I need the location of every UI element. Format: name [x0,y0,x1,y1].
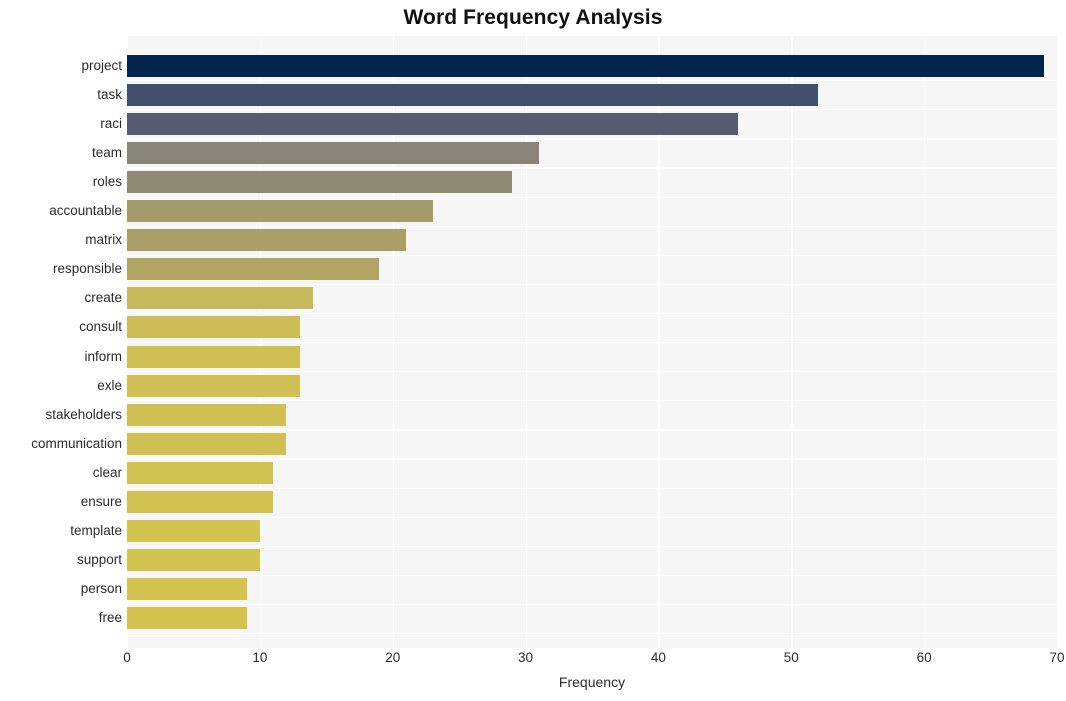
y-axis-tick-label: raci [100,115,122,131]
y-axis-tick-label: ensure [80,494,122,510]
y-axis-tick-label: support [76,552,122,568]
y-axis-category-labels: project task raci team roles accountable matri… [0,36,122,648]
bar [127,170,513,193]
bar [127,578,247,601]
bar [127,520,260,543]
y-axis-tick-label: communication [31,435,122,451]
bar [127,432,287,455]
bar [127,200,433,223]
chart-title: Word Frequency Analysis [403,6,663,29]
y-axis-tick-label: consult [79,319,122,335]
y-axis-tick-label: task [97,86,122,102]
plot-area [127,36,1059,648]
bar [127,403,287,426]
y-axis-tick-label: stakeholders [45,406,122,422]
bar [127,141,539,164]
bar [127,287,313,310]
y-axis-tick-label: roles [92,173,122,189]
y-axis-tick-label: matrix [85,232,122,248]
bar [127,374,300,397]
y-axis-tick-label: free [98,610,122,626]
bar [127,316,300,339]
bar [127,258,380,281]
x-axis-tick-label: 40 [650,650,666,665]
y-axis-tick-label: inform [84,348,122,364]
y-axis-tick-label: create [84,290,122,306]
x-axis-tick-label: 10 [252,650,268,665]
x-axis-tick-label: 60 [916,650,932,665]
y-axis-tick-label: exle [97,377,122,393]
x-axis-tick-label: 50 [783,650,799,665]
bar [127,229,406,252]
y-axis-tick-label: clear [92,464,122,480]
bar [127,549,260,572]
bar [127,54,1044,77]
word-frequency-chart: Word Frequency Analysis project task raci t… [0,0,1066,701]
x-axis-tick-label: 30 [518,650,534,665]
bar [127,345,300,368]
x-axis-tick-labels: 0 10 20 30 40 50 60 70 [123,650,1064,670]
bar [127,607,247,630]
y-axis-tick-label: template [70,523,122,539]
bars-layer [127,36,1057,648]
bar [127,112,739,135]
x-axis-tick-label: 20 [385,650,401,665]
y-axis-tick-label: project [81,57,122,73]
y-axis-tick-label: team [91,144,122,160]
x-axis-tick-label: 70 [1049,650,1065,665]
bar [127,491,274,514]
y-axis-tick-label: responsible [52,261,122,277]
gridline-vertical [1057,36,1059,648]
bar [127,461,274,484]
x-axis-label: Frequency [558,674,626,690]
y-axis-tick-label: person [80,581,122,597]
x-axis-tick-label: 0 [123,650,131,665]
y-axis-tick-label: accountable [49,203,122,219]
bar [127,83,818,106]
